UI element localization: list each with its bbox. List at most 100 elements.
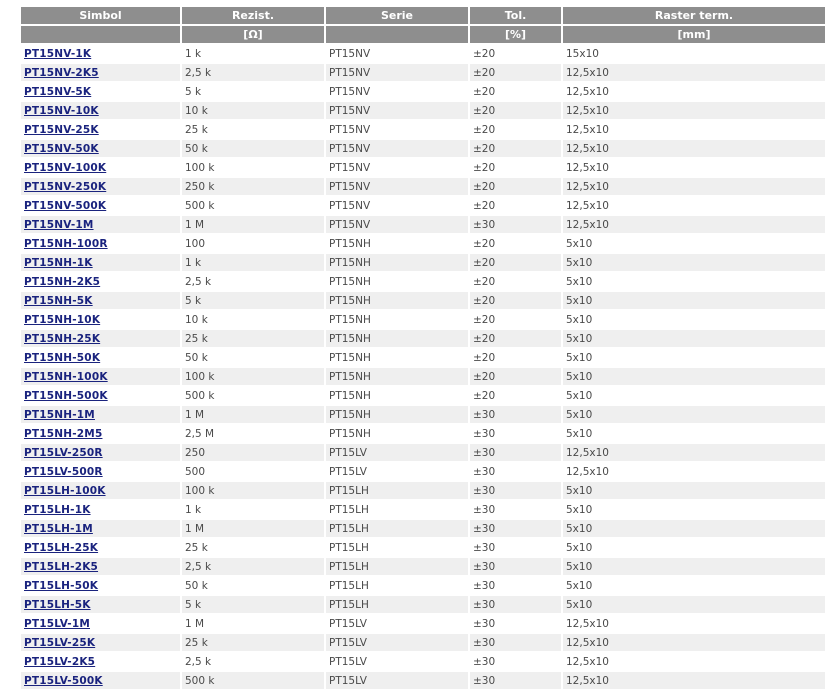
- part-link[interactable]: PT15NH-2K5: [24, 276, 100, 288]
- part-link[interactable]: PT15LH-50K: [24, 580, 98, 592]
- cell-raster: 5x10: [562, 272, 825, 292]
- cell-simbol: PT15NH-100R: [21, 234, 182, 254]
- cell-tol: ±20: [469, 272, 563, 292]
- table-row: PT15NV-25K 25 k PT15NV ±20 12,5x10: [21, 120, 825, 140]
- cell-tol: ±20: [469, 177, 563, 197]
- table-header: Simbol Rezist. Serie Tol. Raster term. […: [21, 7, 825, 45]
- part-link[interactable]: PT15LH-25K: [24, 542, 98, 554]
- part-link[interactable]: PT15LV-25K: [24, 637, 95, 649]
- cell-serie: PT15NH: [325, 234, 470, 254]
- header-unit-row: [Ω] [%] [mm]: [21, 25, 825, 45]
- cell-raster: 5x10: [562, 367, 825, 387]
- part-link[interactable]: PT15NH-1M: [24, 409, 95, 421]
- table-row: PT15LV-1M 1 M PT15LV ±30 12,5x10: [21, 614, 825, 634]
- cell-tol: ±30: [469, 557, 563, 577]
- part-link[interactable]: PT15NH-10K: [24, 314, 100, 326]
- part-link[interactable]: PT15NV-1K: [24, 48, 91, 60]
- cell-tol: ±20: [469, 101, 563, 121]
- cell-tol: ±30: [469, 519, 563, 539]
- cell-rezist: 100 k: [181, 367, 326, 387]
- part-link[interactable]: PT15NV-2K5: [24, 67, 99, 79]
- cell-raster: 5x10: [562, 519, 825, 539]
- cell-serie: PT15LV: [325, 443, 470, 463]
- part-link[interactable]: PT15LV-250R: [24, 447, 103, 459]
- cell-tol: ±20: [469, 139, 563, 159]
- cell-raster: 5x10: [562, 500, 825, 520]
- header-rezist[interactable]: Rezist.: [181, 7, 326, 26]
- part-link[interactable]: PT15NV-100K: [24, 162, 106, 174]
- cell-serie: PT15NH: [325, 291, 470, 311]
- cell-tol: ±20: [469, 158, 563, 178]
- part-link[interactable]: PT15NV-500K: [24, 200, 106, 212]
- part-link[interactable]: PT15NH-100K: [24, 371, 108, 383]
- cell-raster: 12,5x10: [562, 462, 825, 482]
- cell-raster: 12,5x10: [562, 177, 825, 197]
- cell-raster: 12,5x10: [562, 101, 825, 121]
- cell-serie: PT15NV: [325, 101, 470, 121]
- part-link[interactable]: PT15NH-2M5: [24, 428, 102, 440]
- header-simbol[interactable]: Simbol: [21, 7, 182, 26]
- cell-serie: PT15LV: [325, 671, 470, 691]
- table-row: PT15NH-50K 50 k PT15NH ±20 5x10: [21, 348, 825, 368]
- part-link[interactable]: PT15LV-2K5: [24, 656, 95, 668]
- parts-table-container: Simbol Rezist. Serie Tol. Raster term. […: [21, 7, 825, 691]
- part-link[interactable]: PT15NV-1M: [24, 219, 94, 231]
- part-link[interactable]: PT15LH-1K: [24, 504, 91, 516]
- part-link[interactable]: PT15LH-1M: [24, 523, 93, 535]
- unit-serie: [325, 25, 470, 45]
- cell-serie: PT15LH: [325, 500, 470, 520]
- part-link[interactable]: PT15NH-100R: [24, 238, 108, 250]
- part-link[interactable]: PT15NH-1K: [24, 257, 93, 269]
- header-serie[interactable]: Serie: [325, 7, 470, 26]
- cell-rezist: 100 k: [181, 158, 326, 178]
- part-link[interactable]: PT15NV-10K: [24, 105, 99, 117]
- header-tol[interactable]: Tol.: [469, 7, 563, 26]
- table-row: PT15LH-100K 100 k PT15LH ±30 5x10: [21, 481, 825, 501]
- part-link[interactable]: PT15NV-25K: [24, 124, 99, 136]
- cell-tol: ±30: [469, 424, 563, 444]
- part-link[interactable]: PT15LH-2K5: [24, 561, 98, 573]
- header-title-row: Simbol Rezist. Serie Tol. Raster term.: [21, 7, 825, 26]
- cell-simbol: PT15NV-5K: [21, 82, 182, 102]
- cell-tol: ±20: [469, 367, 563, 387]
- cell-rezist: 50 k: [181, 139, 326, 159]
- part-link[interactable]: PT15LV-500K: [24, 675, 103, 687]
- cell-raster: 12,5x10: [562, 671, 825, 691]
- cell-simbol: PT15LH-5K: [21, 595, 182, 615]
- part-link[interactable]: PT15NV-50K: [24, 143, 99, 155]
- cell-serie: PT15LH: [325, 595, 470, 615]
- part-link[interactable]: PT15NH-500K: [24, 390, 108, 402]
- unit-simbol: [21, 25, 182, 45]
- cell-rezist: 10 k: [181, 101, 326, 121]
- cell-raster: 5x10: [562, 234, 825, 254]
- part-link[interactable]: PT15LH-100K: [24, 485, 106, 497]
- part-link[interactable]: PT15NH-25K: [24, 333, 100, 345]
- cell-rezist: 5 k: [181, 82, 326, 102]
- cell-serie: PT15NV: [325, 215, 470, 235]
- cell-simbol: PT15NH-5K: [21, 291, 182, 311]
- cell-simbol: PT15NV-2K5: [21, 63, 182, 83]
- cell-rezist: 50 k: [181, 576, 326, 596]
- cell-rezist: 1 M: [181, 519, 326, 539]
- part-link[interactable]: PT15NV-250K: [24, 181, 106, 193]
- cell-simbol: PT15NV-10K: [21, 101, 182, 121]
- cell-rezist: 500 k: [181, 386, 326, 406]
- cell-rezist: 2,5 k: [181, 557, 326, 577]
- part-link[interactable]: PT15LV-1M: [24, 618, 90, 630]
- cell-simbol: PT15NH-2K5: [21, 272, 182, 292]
- part-link[interactable]: PT15LH-5K: [24, 599, 91, 611]
- cell-serie: PT15LH: [325, 519, 470, 539]
- cell-raster: 5x10: [562, 405, 825, 425]
- part-link[interactable]: PT15LV-500R: [24, 466, 103, 478]
- cell-simbol: PT15NV-1M: [21, 215, 182, 235]
- cell-serie: PT15NV: [325, 120, 470, 140]
- cell-rezist: 1 M: [181, 405, 326, 425]
- cell-tol: ±20: [469, 348, 563, 368]
- cell-serie: PT15LV: [325, 633, 470, 653]
- cell-tol: ±30: [469, 614, 563, 634]
- header-raster[interactable]: Raster term.: [562, 7, 825, 26]
- part-link[interactable]: PT15NH-50K: [24, 352, 100, 364]
- cell-simbol: PT15LV-500R: [21, 462, 182, 482]
- part-link[interactable]: PT15NV-5K: [24, 86, 91, 98]
- part-link[interactable]: PT15NH-5K: [24, 295, 93, 307]
